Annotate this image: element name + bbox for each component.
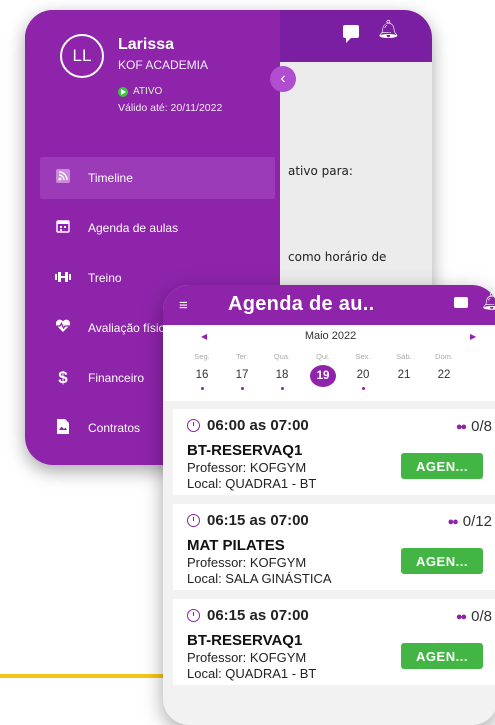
class-indicator-dot [200, 387, 204, 390]
people-icon: ●● [455, 610, 467, 623]
rss-icon [52, 169, 74, 187]
calendar-icon [52, 219, 74, 237]
bell-icon[interactable]: 🔔︎ [377, 20, 400, 38]
class-indicator-dot [240, 387, 244, 390]
schedule-button[interactable]: AGEN... [401, 453, 483, 479]
week-calendar: Maio 2022 ◀ ▶ Seg. 16 Ter. 17 Qua. 18 Qu… [163, 325, 495, 401]
day-number: 21 [397, 369, 411, 381]
page-title: Agenda de au.. [228, 293, 375, 315]
menu-label: Agenda de aulas [88, 221, 179, 235]
schedule-button[interactable]: AGEN... [401, 643, 483, 669]
weekday-label: Qui. [316, 352, 330, 361]
day-number: 18 [275, 369, 289, 381]
class-indicator-dot [280, 387, 284, 390]
dumbbell-icon [52, 270, 74, 287]
user-name: Larissa [118, 36, 175, 53]
content-text: ativo para: [288, 164, 353, 178]
previous-week-button[interactable]: ◀ [201, 332, 207, 341]
day-number: 16 [195, 369, 209, 381]
class-location: Local: QUADRA1 - BT [187, 666, 317, 681]
weekday-label: Seg. [194, 352, 210, 361]
calendar-day[interactable]: Seg. 16 [187, 352, 217, 390]
clock-icon [187, 514, 200, 527]
chevron-left-icon: ‹ [280, 70, 286, 87]
clock-icon [187, 419, 200, 432]
document-icon [52, 418, 74, 438]
people-icon: ●● [455, 420, 467, 433]
dollar-icon: $ [58, 368, 68, 387]
play-icon [118, 86, 128, 97]
calendar-day[interactable]: Dom. 22 [429, 352, 459, 385]
heartbeat-icon [52, 319, 74, 337]
chat-icon[interactable] [454, 297, 468, 308]
day-number: 19 [310, 365, 336, 387]
count-text: 0/8 [471, 608, 492, 625]
class-professor: Professor: KOFGYM [187, 460, 307, 475]
valid-until: Válido até: 20/11/2022 [118, 102, 223, 114]
gym-name: KOF ACADEMIA [118, 58, 209, 72]
occupancy-count: ●● 0/8 [456, 418, 492, 435]
class-time: 06:15 as 07:00 [187, 607, 309, 624]
calendar-day[interactable]: Sáb. 21 [389, 352, 419, 385]
calendar-day[interactable]: Qua. 18 [267, 352, 297, 390]
class-name: BT-RESERVAQ1 [187, 442, 303, 459]
menu-label: Timeline [88, 171, 133, 185]
count-text: 0/12 [462, 513, 492, 530]
menu-label: Financeiro [88, 371, 145, 385]
class-name: BT-RESERVAQ1 [187, 632, 303, 649]
calendar-day-selected[interactable]: Qui. 19 [308, 352, 338, 387]
next-week-button[interactable]: ▶ [470, 332, 476, 341]
clock-icon [187, 609, 200, 622]
content-text: como horário de [288, 250, 387, 264]
count-text: 0/8 [471, 418, 492, 435]
weekday-label: Qua. [273, 352, 291, 361]
menu-item-timeline[interactable]: Timeline [40, 157, 275, 199]
class-professor: Professor: KOFGYM [187, 650, 307, 665]
menu-label: Avaliação físic [88, 321, 165, 335]
status-badge: ATIVO [118, 86, 162, 97]
day-number: 17 [235, 369, 249, 381]
time-text: 06:00 as 07:00 [207, 417, 309, 434]
menu-label: Treino [88, 271, 122, 285]
class-card: 06:00 as 07:00 ●● 0/8 BT-RESERVAQ1 Profe… [173, 409, 495, 495]
class-time: 06:15 as 07:00 [187, 512, 309, 529]
day-number: 22 [437, 369, 451, 381]
day-number: 20 [356, 369, 370, 381]
time-text: 06:15 as 07:00 [207, 607, 309, 624]
avatar[interactable]: LL [60, 34, 104, 78]
class-professor: Professor: KOFGYM [187, 555, 307, 570]
class-card: 06:15 as 07:00 ●● 0/8 BT-RESERVAQ1 Profe… [173, 599, 495, 685]
status-text: ATIVO [133, 86, 163, 97]
calendar-day[interactable]: Sex. 20 [348, 352, 378, 390]
class-name: MAT PILATES [187, 537, 285, 554]
people-icon: ●● [447, 515, 459, 528]
occupancy-count: ●● 0/8 [456, 608, 492, 625]
weekday-label: Dom. [435, 352, 453, 361]
weekday-label: Sex. [355, 352, 371, 361]
menu-label: Contratos [88, 421, 141, 435]
class-location: Local: SALA GINÁSTICA [187, 571, 332, 586]
calendar-month: Maio 2022 [304, 330, 357, 342]
time-text: 06:15 as 07:00 [207, 512, 309, 529]
menu-item-agenda[interactable]: Agenda de aulas [40, 207, 275, 249]
calendar-day[interactable]: Ter. 17 [227, 352, 257, 390]
chat-icon[interactable] [343, 25, 359, 43]
occupancy-count: ●● 0/12 [448, 513, 493, 530]
class-card: 06:15 as 07:00 ●● 0/12 MAT PILATES Profe… [173, 504, 495, 590]
app-header: ≡ Agenda de au.. 🔔︎ [163, 285, 495, 325]
bell-icon[interactable]: 🔔︎ [481, 292, 495, 312]
collapse-drawer-button[interactable]: ‹ [270, 66, 296, 92]
class-indicator-dot [361, 387, 365, 390]
weekday-label: Ter. [235, 352, 249, 361]
hamburger-menu-icon[interactable]: ≡ [179, 297, 188, 314]
schedule-button[interactable]: AGEN... [401, 548, 483, 574]
front-phone-screen: ≡ Agenda de au.. 🔔︎ Maio 2022 ◀ ▶ Seg. 1… [163, 285, 495, 725]
weekday-label: Sáb. [396, 352, 412, 361]
class-time: 06:00 as 07:00 [187, 417, 309, 434]
class-location: Local: QUADRA1 - BT [187, 476, 317, 491]
